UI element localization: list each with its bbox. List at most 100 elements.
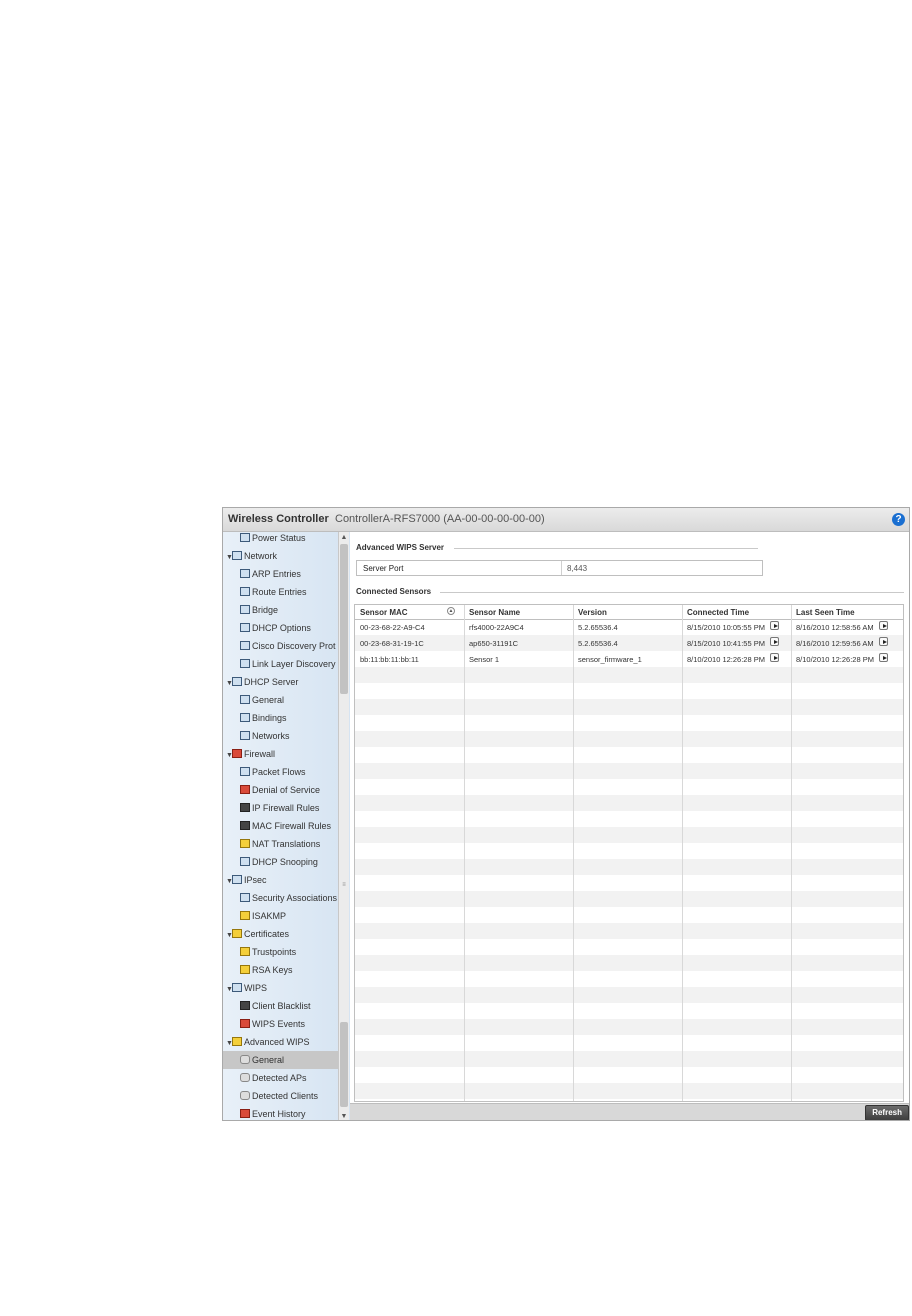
sidebar-item-event-history[interactable]: Event History	[240, 1105, 306, 1120]
sidebar-item-label: Detected APs	[252, 1073, 307, 1083]
sidebar-item-nat-translations[interactable]: NAT Translations	[240, 835, 320, 853]
sidebar-item-label: Denial of Service	[252, 785, 321, 795]
scroll-up-arrow-icon[interactable]: ▲	[339, 532, 349, 543]
sidebar-item-trustpoints[interactable]: Trustpoints	[240, 943, 296, 961]
sidebar-item-label: General	[252, 1055, 285, 1065]
column-header-sensor-name[interactable]: Sensor Name	[469, 608, 520, 617]
sidebar-item-label: MAC Firewall Rules	[252, 821, 332, 831]
refresh-button[interactable]: Refresh	[865, 1105, 909, 1120]
details-play-icon[interactable]	[770, 637, 779, 646]
scroll-thumb[interactable]	[340, 544, 348, 694]
table-row	[355, 1099, 903, 1101]
sidebar-item-label: RSA Keys	[252, 965, 293, 975]
table-row	[355, 811, 903, 827]
sidebar-item-client-blacklist[interactable]: Client Blacklist	[240, 997, 311, 1015]
sidebar-item-firewall[interactable]: ▼ Firewall	[226, 745, 275, 763]
wips-icon	[232, 983, 242, 992]
column-header-version[interactable]: Version	[578, 608, 607, 617]
sidebar-item-dhcp-options[interactable]: DHCP Options	[240, 619, 311, 637]
sidebar-item-ipsec[interactable]: ▼ IPsec	[226, 871, 267, 889]
sidebar-item-wips-events[interactable]: WIPS Events	[240, 1015, 305, 1033]
help-icon[interactable]: ?	[892, 513, 905, 526]
denial-of-service-icon	[240, 785, 250, 794]
stats-icon	[240, 569, 250, 578]
table-row	[355, 795, 903, 811]
table-cell-last-seen-time: 8/16/2010 12:59:56 AM	[796, 639, 874, 648]
ip-rules-icon	[240, 803, 250, 812]
sidebar-item-power-status[interactable]: Power Status	[240, 532, 306, 547]
sidebar-item-ip-firewall-rules[interactable]: IP Firewall Rules	[240, 799, 319, 817]
event-flag-icon	[240, 1109, 250, 1118]
footer-bar: Refresh	[350, 1103, 909, 1120]
table-row[interactable]: 00-23-68-31-19-1C ap650-31191C 5.2.65536.4…	[355, 635, 903, 651]
column-header-last-seen-time[interactable]: Last Seen Time	[796, 608, 855, 617]
sidebar-item-route-entries[interactable]: Route Entries	[240, 583, 307, 601]
sidebar-item-detected-clients[interactable]: Detected Clients	[240, 1087, 318, 1105]
scroll-thumb-lower[interactable]	[340, 1022, 348, 1107]
sidebar-item-dhcp-snooping[interactable]: DHCP Snooping	[240, 853, 318, 871]
sidebar-item-label: DHCP Server	[244, 677, 299, 687]
sidebar-item-networks[interactable]: Networks	[240, 727, 290, 745]
details-play-icon[interactable]	[879, 653, 888, 662]
table-row	[355, 1035, 903, 1051]
section-divider	[440, 592, 904, 593]
table-row	[355, 923, 903, 939]
security-icon	[240, 893, 250, 902]
wips-server-section-title: Advanced WIPS Server	[356, 543, 445, 552]
sidebar-item-isakmp[interactable]: ISAKMP	[240, 907, 286, 925]
table-row[interactable]: bb:11:bb:11:bb:11 Sensor 1 sensor_firmware…	[355, 651, 903, 667]
table-row	[355, 955, 903, 971]
sort-ascending-icon[interactable]: ▲	[447, 607, 455, 615]
network-icon	[232, 677, 242, 686]
mac-rules-icon	[240, 821, 250, 830]
table-cell-connected-time: 8/15/2010 10:05:55 PM	[687, 623, 765, 632]
sidebar-item-security-associations[interactable]: Security Associations	[240, 889, 337, 907]
sidebar-item-wips[interactable]: ▼ WIPS	[226, 979, 267, 997]
column-separator	[682, 605, 683, 1101]
sidebar-item-label: Certificates	[244, 929, 290, 939]
sidebar-item-label: Firewall	[244, 749, 276, 759]
connected-sensors-section-title: Connected Sensors	[356, 587, 432, 596]
sidebar-item-bindings[interactable]: Bindings	[240, 709, 287, 727]
details-play-icon[interactable]	[879, 637, 888, 646]
column-header-sensor-mac[interactable]: Sensor MAC	[360, 608, 408, 617]
column-header-connected-time[interactable]: Connected Time	[687, 608, 749, 617]
sidebar-item-network[interactable]: ▼ Network	[226, 547, 277, 565]
server-port-table: Server Port 8,443	[356, 560, 763, 576]
main-content: Advanced WIPS Server Server Port 8,443 C…	[350, 532, 909, 1120]
table-row	[355, 875, 903, 891]
network-icon	[240, 659, 250, 668]
scroll-down-arrow-icon[interactable]: ▼	[339, 1111, 349, 1120]
table-row	[355, 843, 903, 859]
sidebar-item-general[interactable]: General	[223, 1051, 338, 1069]
sidebar-item-general[interactable]: General	[240, 691, 284, 709]
details-play-icon[interactable]	[879, 621, 888, 630]
sidebar-item-dhcp-server[interactable]: ▼ DHCP Server	[226, 673, 298, 691]
sidebar-item-label: Security Associations	[252, 893, 338, 903]
sidebar-item-rsa-keys[interactable]: RSA Keys	[240, 961, 293, 979]
details-play-icon[interactable]	[770, 621, 779, 630]
sidebar-item-packet-flows[interactable]: Packet Flows	[240, 763, 306, 781]
table-row	[355, 987, 903, 1003]
sidebar-item-label: IP Firewall Rules	[252, 803, 320, 813]
sidebar-scrollbar[interactable]: ▲ ≡ ▼	[338, 532, 349, 1120]
table-row	[355, 667, 903, 683]
table-cell-sensor-name: ap650-31191C	[469, 639, 519, 648]
sidebar-item-certificates[interactable]: ▼ Certificates	[226, 925, 289, 943]
wireless-controller-window: Wireless Controller ControllerA-RFS7000 …	[222, 507, 910, 1121]
event-flag-icon	[240, 1019, 250, 1028]
sidebar-item-arp-entries[interactable]: ARP Entries	[240, 565, 301, 583]
sidebar-item-mac-firewall-rules[interactable]: MAC Firewall Rules	[240, 817, 331, 835]
sidebar-item-link-layer-discovery[interactable]: Link Layer Discovery	[240, 655, 336, 673]
details-play-icon[interactable]	[770, 653, 779, 662]
sidebar-item-denial-of-service[interactable]: Denial of Service	[240, 781, 320, 799]
table-row[interactable]: 00-23-68-22-A9-C4 rfs4000-22A9C4 5.2.65536…	[355, 619, 903, 635]
sidebar-item-cisco-discovery-prot[interactable]: Cisco Discovery Prot	[240, 637, 336, 655]
table-row	[355, 827, 903, 843]
sidebar-item-bridge[interactable]: Bridge	[240, 601, 278, 619]
network-icon	[232, 551, 242, 560]
sidebar-item-detected-aps[interactable]: Detected APs	[240, 1069, 307, 1087]
sidebar-item-advanced-wips[interactable]: ▼ Advanced WIPS	[226, 1033, 310, 1051]
table-row	[355, 715, 903, 731]
table-cell-version: sensor_firmware_1	[578, 655, 642, 664]
